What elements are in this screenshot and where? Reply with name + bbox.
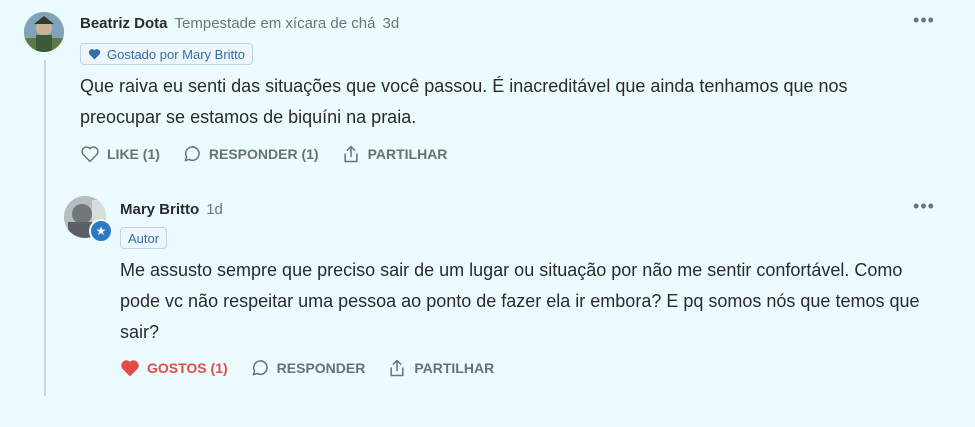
like-button[interactable]: GOSTOS (1) xyxy=(120,359,228,377)
comment-more-button[interactable]: ••• xyxy=(913,11,935,30)
heart-icon xyxy=(88,49,101,60)
share-button[interactable]: PARTILHAR xyxy=(341,144,448,164)
star-icon: ★ xyxy=(95,224,107,238)
comment-body: Que raiva eu senti das situações que voc… xyxy=(80,76,848,127)
liked-by-label: Gostado por Mary Britto xyxy=(107,46,245,62)
share-label: PARTILHAR xyxy=(367,146,448,162)
reply-button[interactable]: RESPONDER (1) xyxy=(182,144,319,164)
author-role-badge: Autor xyxy=(120,227,168,249)
share-button[interactable]: PARTILHAR xyxy=(387,358,494,378)
heart-icon xyxy=(81,146,99,163)
share-icon xyxy=(343,145,358,163)
reply-date[interactable]: 1d xyxy=(206,201,223,218)
reply-body: Me assusto sempre que preciso sair de um… xyxy=(120,260,920,342)
like-button[interactable]: LIKE (1) xyxy=(80,145,160,163)
like-label: GOSTOS (1) xyxy=(147,360,228,376)
reply-meta: Mary Britto 1d xyxy=(120,201,223,218)
reply-button[interactable]: RESPONDER xyxy=(250,358,366,378)
author-star-badge: ★ xyxy=(89,219,113,243)
heart-icon xyxy=(121,360,139,377)
avatar-beatriz[interactable] xyxy=(24,12,64,52)
reply-actions: GOSTOS (1) RESPONDER PARTILHAR xyxy=(120,358,494,378)
comment-icon xyxy=(184,146,200,162)
like-label: LIKE (1) xyxy=(107,146,160,162)
liked-by-badge: Gostado por Mary Britto xyxy=(80,43,253,65)
share-label: PARTILHAR xyxy=(414,360,495,376)
comment-date[interactable]: 3d xyxy=(382,15,399,32)
comment-publication[interactable]: Tempestade em xícara de chá xyxy=(175,15,376,32)
comment-actions: LIKE (1) RESPONDER (1) PARTILHAR xyxy=(80,144,447,164)
comment-icon xyxy=(252,360,268,376)
more-icon: ••• xyxy=(913,10,935,30)
reply-author[interactable]: Mary Britto xyxy=(120,201,199,218)
comment-author[interactable]: Beatriz Dota xyxy=(80,15,168,32)
comment-meta: Beatriz Dota Tempestade em xícara de chá… xyxy=(80,15,399,32)
thread-line xyxy=(44,60,46,396)
reply-more-button[interactable]: ••• xyxy=(913,197,935,216)
reply-label: RESPONDER (1) xyxy=(208,146,319,162)
share-icon xyxy=(390,359,404,377)
reply-label: RESPONDER xyxy=(276,360,366,376)
more-icon: ••• xyxy=(913,196,935,216)
author-role-label: Autor xyxy=(128,230,160,246)
